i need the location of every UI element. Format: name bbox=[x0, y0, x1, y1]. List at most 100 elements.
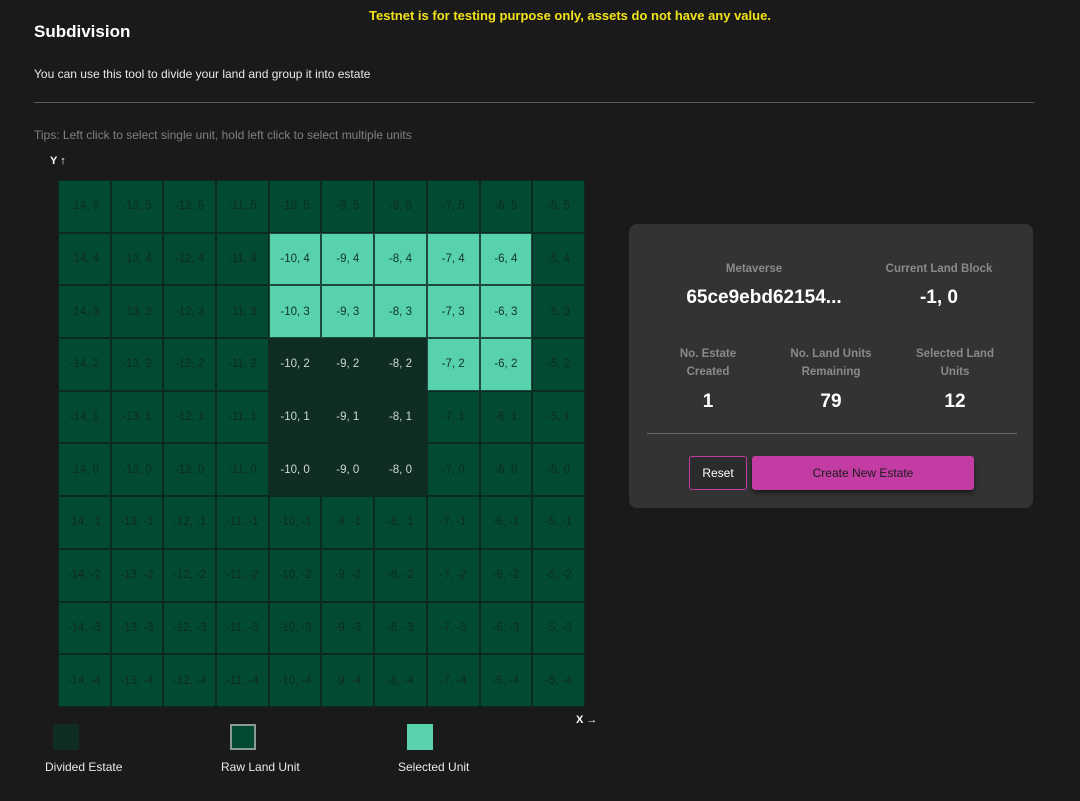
land-unit-raw[interactable]: -9, -2 bbox=[321, 548, 375, 602]
create-new-estate-button[interactable]: Create New Estate bbox=[752, 456, 974, 490]
land-unit-raw[interactable]: -5, -3 bbox=[532, 601, 585, 655]
reset-button[interactable]: Reset bbox=[689, 456, 747, 490]
land-unit-raw[interactable]: -7, -1 bbox=[426, 496, 480, 549]
land-unit-raw[interactable]: -11, 1 bbox=[216, 390, 269, 444]
land-unit-raw[interactable]: -6, -2 bbox=[479, 548, 533, 602]
land-unit-raw[interactable]: -5, 0 bbox=[532, 443, 585, 497]
land-unit-selected[interactable]: -6, 3 bbox=[479, 285, 533, 339]
land-unit-raw[interactable]: -7, 0 bbox=[426, 443, 480, 497]
land-unit-raw[interactable]: -14, 4 bbox=[58, 232, 111, 286]
land-unit-selected[interactable]: -10, 3 bbox=[268, 285, 322, 339]
land-unit-divided[interactable]: -8, 0 bbox=[374, 443, 427, 497]
land-unit-selected[interactable]: -10, 4 bbox=[268, 232, 322, 286]
land-unit-raw[interactable]: -13, 3 bbox=[110, 285, 164, 339]
land-unit-raw[interactable]: -13, 1 bbox=[110, 390, 164, 444]
land-unit-raw[interactable]: -5, 5 bbox=[532, 180, 585, 233]
land-unit-raw[interactable]: -12, 3 bbox=[163, 285, 217, 339]
land-unit-selected[interactable]: -6, 4 bbox=[479, 232, 533, 286]
land-unit-raw[interactable]: -5, 3 bbox=[532, 285, 585, 339]
land-unit-selected[interactable]: -7, 3 bbox=[426, 285, 480, 339]
land-unit-divided[interactable]: -10, 2 bbox=[268, 338, 322, 391]
land-unit-raw[interactable]: -14, -2 bbox=[58, 548, 111, 602]
land-unit-raw[interactable]: -14, 0 bbox=[58, 443, 111, 497]
land-unit-selected[interactable]: -9, 3 bbox=[321, 285, 375, 339]
land-unit-raw[interactable]: -8, -2 bbox=[374, 548, 427, 602]
land-unit-raw[interactable]: -5, 2 bbox=[532, 338, 585, 391]
land-unit-raw[interactable]: -7, -4 bbox=[426, 654, 480, 707]
land-unit-selected[interactable]: -7, 2 bbox=[426, 338, 480, 391]
land-unit-raw[interactable]: -6, -3 bbox=[479, 601, 533, 655]
land-unit-raw[interactable]: -12, -3 bbox=[163, 601, 217, 655]
land-unit-raw[interactable]: -11, 4 bbox=[216, 232, 269, 286]
land-unit-raw[interactable]: -6, 1 bbox=[479, 390, 533, 444]
land-unit-raw[interactable]: -6, -1 bbox=[479, 496, 533, 549]
land-unit-raw[interactable]: -11, -4 bbox=[216, 654, 269, 707]
land-unit-divided[interactable]: -9, 2 bbox=[321, 338, 375, 391]
land-unit-raw[interactable]: -11, 5 bbox=[216, 180, 269, 233]
land-unit-raw[interactable]: -13, -3 bbox=[110, 601, 164, 655]
land-unit-raw[interactable]: -5, -4 bbox=[532, 654, 585, 707]
land-unit-raw[interactable]: -13, -4 bbox=[110, 654, 164, 707]
land-unit-raw[interactable]: -7, -2 bbox=[426, 548, 480, 602]
land-unit-raw[interactable]: -8, -3 bbox=[374, 601, 427, 655]
land-unit-raw[interactable]: -11, -2 bbox=[216, 548, 269, 602]
land-unit-raw[interactable]: -14, 3 bbox=[58, 285, 111, 339]
land-unit-raw[interactable]: -14, -4 bbox=[58, 654, 111, 707]
land-unit-raw[interactable]: -14, -3 bbox=[58, 601, 111, 655]
land-unit-raw[interactable]: -11, 0 bbox=[216, 443, 269, 497]
land-unit-divided[interactable]: -9, 0 bbox=[321, 443, 375, 497]
land-unit-raw[interactable]: -11, -3 bbox=[216, 601, 269, 655]
land-unit-raw[interactable]: -10, -1 bbox=[268, 496, 322, 549]
land-unit-raw[interactable]: -5, -2 bbox=[532, 548, 585, 602]
land-unit-raw[interactable]: -10, -2 bbox=[268, 548, 322, 602]
land-unit-raw[interactable]: -6, 5 bbox=[479, 180, 533, 233]
land-unit-selected[interactable]: -8, 3 bbox=[374, 285, 427, 339]
land-unit-raw[interactable]: -9, -3 bbox=[321, 601, 375, 655]
land-unit-raw[interactable]: -9, -4 bbox=[321, 654, 375, 707]
land-unit-raw[interactable]: -12, 4 bbox=[163, 232, 217, 286]
land-unit-divided[interactable]: -10, 0 bbox=[268, 443, 322, 497]
land-unit-divided[interactable]: -9, 1 bbox=[321, 390, 375, 444]
land-unit-raw[interactable]: -13, 0 bbox=[110, 443, 164, 497]
land-unit-selected[interactable]: -9, 4 bbox=[321, 232, 375, 286]
land-unit-selected[interactable]: -6, 2 bbox=[479, 338, 533, 391]
land-unit-raw[interactable]: -8, -1 bbox=[374, 496, 427, 549]
land-unit-raw[interactable]: -8, 5 bbox=[374, 180, 427, 233]
land-unit-raw[interactable]: -6, 0 bbox=[479, 443, 533, 497]
land-unit-raw[interactable]: -8, -4 bbox=[374, 654, 427, 707]
land-unit-raw[interactable]: -7, 1 bbox=[426, 390, 480, 444]
land-unit-raw[interactable]: -12, 1 bbox=[163, 390, 217, 444]
land-unit-raw[interactable]: -11, 2 bbox=[216, 338, 269, 391]
land-unit-selected[interactable]: -8, 4 bbox=[374, 232, 427, 286]
land-unit-raw[interactable]: -5, -1 bbox=[532, 496, 585, 549]
land-unit-divided[interactable]: -10, 1 bbox=[268, 390, 322, 444]
land-unit-raw[interactable]: -10, -3 bbox=[268, 601, 322, 655]
land-unit-raw[interactable]: -13, -2 bbox=[110, 548, 164, 602]
land-unit-raw[interactable]: -5, 4 bbox=[532, 232, 585, 286]
land-unit-raw[interactable]: -13, 2 bbox=[110, 338, 164, 391]
land-unit-raw[interactable]: -14, 1 bbox=[58, 390, 111, 444]
land-unit-raw[interactable]: -13, 4 bbox=[110, 232, 164, 286]
land-unit-raw[interactable]: -12, -1 bbox=[163, 496, 217, 549]
land-unit-raw[interactable]: -9, -1 bbox=[321, 496, 375, 549]
land-unit-raw[interactable]: -12, 0 bbox=[163, 443, 217, 497]
land-unit-raw[interactable]: -9, 5 bbox=[321, 180, 375, 233]
land-unit-raw[interactable]: -6, -4 bbox=[479, 654, 533, 707]
land-unit-raw[interactable]: -12, 2 bbox=[163, 338, 217, 391]
land-unit-raw[interactable]: -7, -3 bbox=[426, 601, 480, 655]
land-unit-divided[interactable]: -8, 2 bbox=[374, 338, 427, 391]
land-unit-raw[interactable]: -14, -1 bbox=[58, 496, 111, 549]
land-unit-raw[interactable]: -7, 5 bbox=[426, 180, 480, 233]
land-unit-raw[interactable]: -5, 1 bbox=[532, 390, 585, 444]
land-unit-divided[interactable]: -8, 1 bbox=[374, 390, 427, 444]
land-unit-raw[interactable]: -12, -4 bbox=[163, 654, 217, 707]
land-unit-raw[interactable]: -13, 5 bbox=[110, 180, 164, 233]
land-unit-raw[interactable]: -10, -4 bbox=[268, 654, 322, 707]
land-unit-selected[interactable]: -7, 4 bbox=[426, 232, 480, 286]
land-unit-raw[interactable]: -11, 3 bbox=[216, 285, 269, 339]
land-unit-raw[interactable]: -10, 5 bbox=[268, 180, 322, 233]
land-unit-raw[interactable]: -13, -1 bbox=[110, 496, 164, 549]
land-unit-raw[interactable]: -11, -1 bbox=[216, 496, 269, 549]
land-unit-raw[interactable]: -14, 5 bbox=[58, 180, 111, 233]
land-unit-raw[interactable]: -12, 5 bbox=[163, 180, 217, 233]
